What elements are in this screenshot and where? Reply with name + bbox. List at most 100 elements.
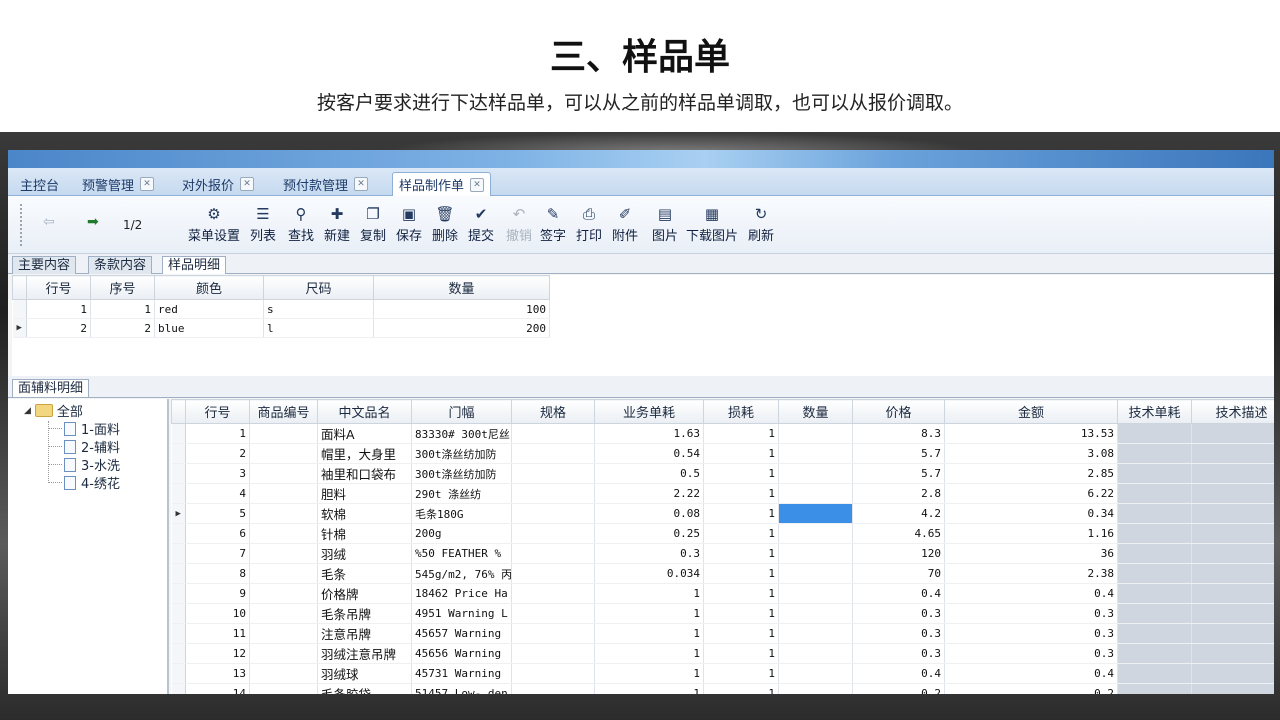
toolbar-button-sign[interactable]: ✎ 签字 [540, 204, 566, 244]
table-cell[interactable]: 1 [90, 299, 155, 319]
toolbar-button-copy[interactable]: ❐ 复制 [360, 204, 386, 244]
column-header[interactable]: 颜色 [154, 275, 264, 300]
table-cell[interactable] [1191, 503, 1274, 524]
toolbar-grip[interactable] [20, 204, 22, 246]
table-cell[interactable]: 1 [594, 663, 704, 684]
section-tab-materials[interactable]: 面辅料明细 [12, 379, 90, 397]
tree-item[interactable]: 4-绣花 [64, 473, 120, 492]
table-cell[interactable]: 200 [373, 318, 550, 338]
table-cell[interactable]: 2.22 [594, 483, 704, 504]
table-row[interactable]: 12 羽绒注意吊牌 45656 Warning 1 1 0.3 0.3 [171, 643, 1274, 664]
table-cell[interactable]: l [263, 318, 374, 338]
table-cell[interactable] [249, 583, 318, 604]
toolbar-button-list[interactable]: ☰ 列表 [250, 204, 276, 244]
table-cell[interactable] [249, 443, 318, 464]
table-cell[interactable] [1191, 563, 1274, 584]
table-cell[interactable]: 毛条胶袋 [317, 683, 412, 694]
table-cell[interactable] [1191, 643, 1274, 664]
table-cell[interactable]: 0.4 [852, 583, 945, 604]
table-cell[interactable]: 14 [185, 683, 250, 694]
table-cell[interactable]: 4 [185, 483, 250, 504]
row-indicator[interactable] [171, 683, 186, 694]
close-icon[interactable]: ✕ [140, 177, 155, 191]
toolbar-button-download-image[interactable]: ▦ 下载图片 [686, 204, 738, 244]
table-cell[interactable]: 1 [703, 663, 779, 684]
table-cell[interactable]: 70 [852, 563, 945, 584]
table-cell[interactable]: 9 [185, 583, 250, 604]
table-cell[interactable]: 4.65 [852, 523, 945, 544]
table-cell[interactable]: 45731 Warning [411, 663, 512, 684]
table-cell[interactable]: 2 [185, 443, 250, 464]
table-cell[interactable] [511, 483, 595, 504]
table-cell[interactable] [1117, 483, 1192, 504]
table-cell[interactable] [1117, 503, 1192, 524]
table-cell[interactable]: 羽绒注意吊牌 [317, 643, 412, 664]
table-cell[interactable] [1117, 543, 1192, 564]
table-row[interactable]: 8 毛条 545g/m2, 76% 丙 0.034 1 70 2.38 [171, 563, 1274, 584]
column-header[interactable]: 规格 [511, 399, 595, 424]
table-cell[interactable] [511, 523, 595, 544]
toolbar-button-print[interactable]: ⎙ 打印 [576, 204, 602, 244]
table-cell[interactable] [778, 623, 853, 644]
table-cell[interactable]: 0.08 [594, 503, 704, 524]
table-cell[interactable]: 4951 Warning L [411, 603, 512, 624]
table-cell[interactable] [1191, 543, 1274, 564]
table-cell[interactable]: 1 [703, 423, 779, 444]
table-cell[interactable]: 1 [703, 563, 779, 584]
table-cell[interactable] [511, 663, 595, 684]
table-cell[interactable] [511, 563, 595, 584]
table-cell[interactable] [1117, 563, 1192, 584]
table-cell[interactable] [778, 663, 853, 684]
table-cell[interactable]: 290t 涤丝纺 [411, 483, 512, 504]
table-cell[interactable] [1117, 623, 1192, 644]
table-cell[interactable]: 1 [703, 583, 779, 604]
table-row[interactable]: 14 毛条胶袋51457 Low- den 11 0.20.2 [171, 683, 1274, 694]
table-cell[interactable]: 1 [703, 683, 779, 694]
row-indicator[interactable] [171, 523, 186, 544]
table-cell[interactable]: 1 [703, 623, 779, 644]
table-cell[interactable]: 18462 Price Ha [411, 583, 512, 604]
table-cell[interactable]: 5 [185, 503, 250, 524]
table-cell[interactable]: 0.4 [852, 663, 945, 684]
table-cell[interactable]: 6 [185, 523, 250, 544]
tab-main-console[interactable]: 主控台 [14, 172, 65, 196]
column-header[interactable]: 商品编号 [249, 399, 318, 424]
table-cell[interactable]: 羽绒 [317, 543, 412, 564]
row-indicator[interactable] [12, 299, 27, 319]
collapse-icon[interactable]: ◢ [24, 406, 31, 416]
table-cell[interactable] [1117, 643, 1192, 664]
table-cell[interactable]: 针棉 [317, 523, 412, 544]
table-cell[interactable]: 51457 Low- den [411, 683, 512, 694]
table-cell[interactable]: 1 [594, 643, 704, 664]
table-cell[interactable] [1191, 443, 1274, 464]
table-cell[interactable] [1191, 463, 1274, 484]
column-header[interactable]: 技术单耗 [1117, 399, 1192, 424]
table-row[interactable]: ▶ 2 2 blue l 200 [12, 318, 550, 338]
table-cell[interactable]: %50 FEATHER % [411, 543, 512, 564]
table-cell[interactable]: 注意吊牌 [317, 623, 412, 644]
table-cell[interactable]: 毛条180G [411, 503, 512, 524]
table-cell[interactable] [778, 563, 853, 584]
column-header[interactable]: 数量 [778, 399, 853, 424]
toolbar-button-check[interactable]: ✔ 提交 [468, 204, 494, 244]
table-cell[interactable]: 胆料 [317, 483, 412, 504]
table-cell[interactable]: 6.22 [944, 483, 1118, 504]
table-cell[interactable]: 袖里和口袋布 [317, 463, 412, 484]
table-cell[interactable] [1191, 603, 1274, 624]
toolbar-button-search[interactable]: ⚲ 查找 [288, 204, 314, 244]
table-cell[interactable] [1191, 483, 1274, 504]
row-indicator[interactable] [171, 543, 186, 564]
table-cell[interactable]: 2 [26, 318, 91, 338]
table-cell[interactable]: 1 [26, 299, 91, 319]
table-cell[interactable]: 8.3 [852, 423, 945, 444]
table-cell[interactable] [1191, 663, 1274, 684]
close-icon[interactable]: ✕ [240, 177, 255, 191]
column-header[interactable]: 行号 [185, 399, 250, 424]
table-cell[interactable] [249, 623, 318, 644]
table-cell[interactable] [511, 583, 595, 604]
table-cell[interactable] [249, 643, 318, 664]
row-indicator[interactable] [171, 643, 186, 664]
table-cell[interactable] [511, 643, 595, 664]
table-cell[interactable] [778, 483, 853, 504]
tree-item[interactable]: 1-面料 [64, 419, 120, 438]
